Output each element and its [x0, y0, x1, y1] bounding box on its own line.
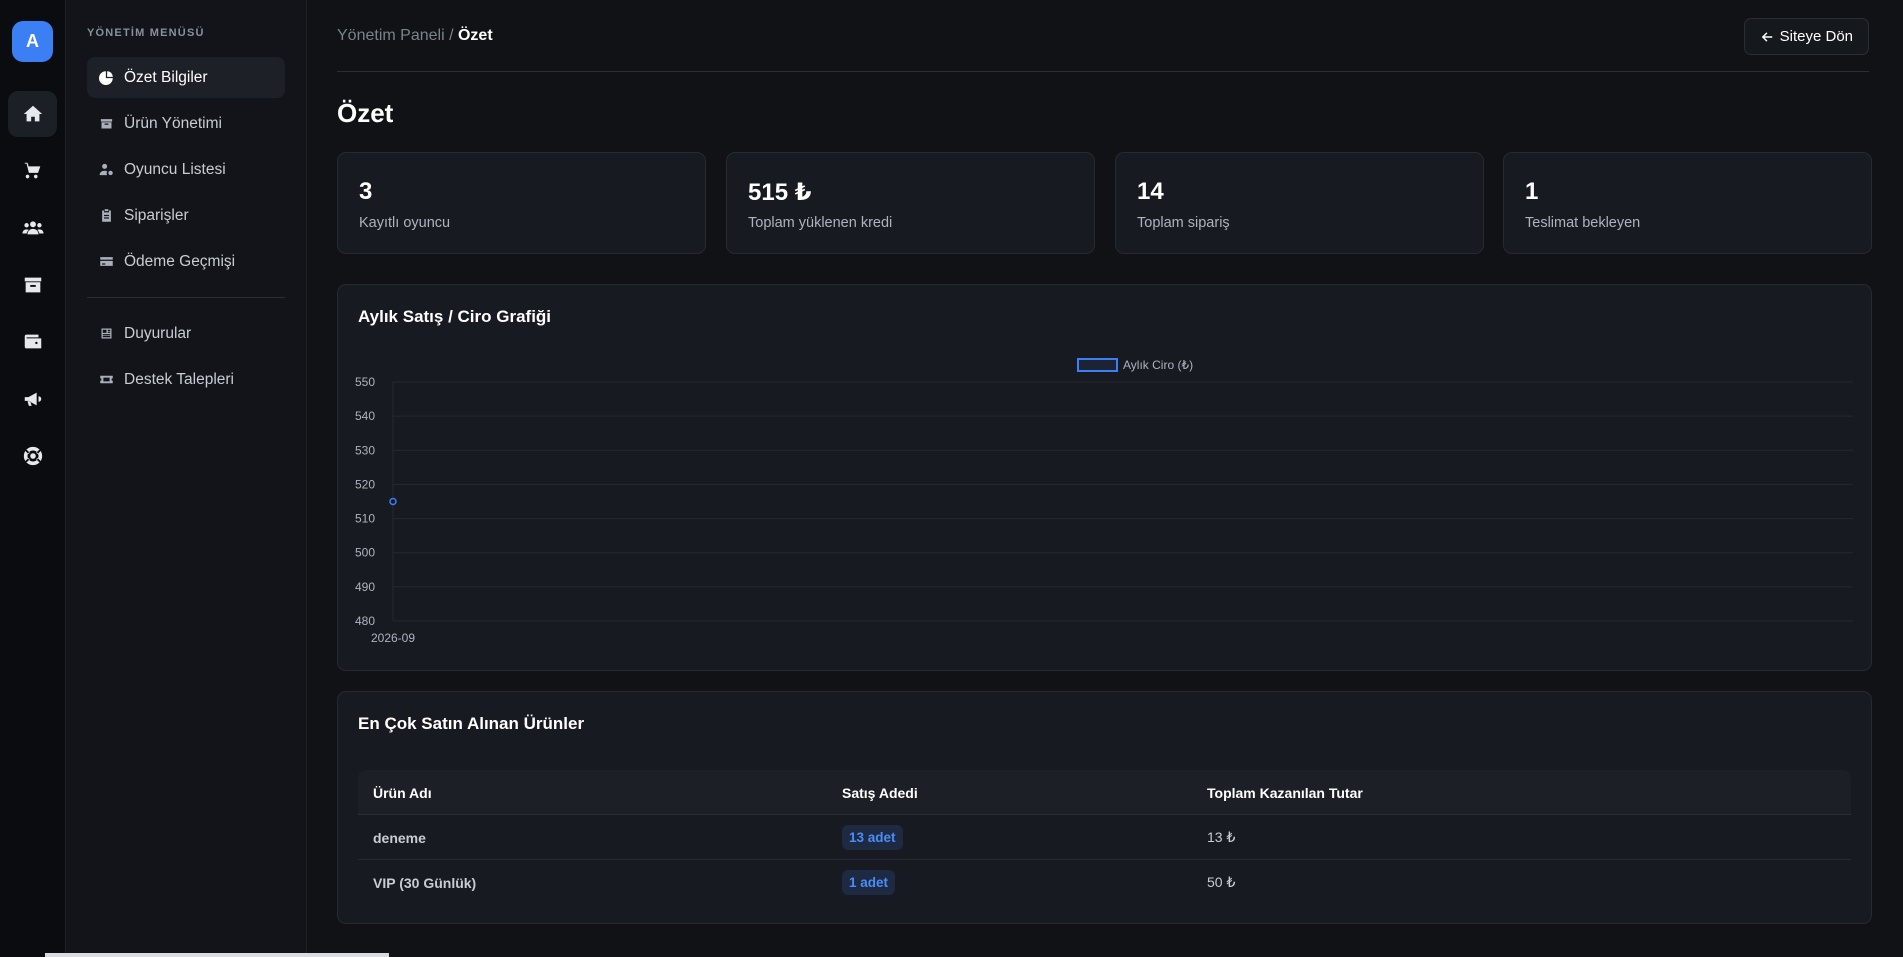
- product-name: VIP (30 Günlük): [373, 874, 477, 891]
- sidebar-item-players[interactable]: Oyuncu Listesi: [87, 149, 285, 190]
- megaphone-icon[interactable]: [8, 376, 57, 422]
- stat-value: 515 ₺: [748, 179, 812, 206]
- stat-card-players: 3 Kayıtlı oyuncu: [337, 152, 706, 254]
- qty-badge: 13 adet: [842, 825, 903, 850]
- menu-divider: [87, 297, 285, 298]
- y-tick-label: 510: [355, 512, 375, 526]
- sidebar-item-products[interactable]: Ürün Yönetimi: [87, 103, 285, 144]
- lifebuoy-icon[interactable]: [8, 433, 57, 479]
- stat-card-orders: 14 Toplam sipariş: [1115, 152, 1484, 254]
- sidebar-item-support[interactable]: Destek Talepleri: [87, 359, 285, 400]
- sidebar-item-payments[interactable]: Ödeme Geçmişi: [87, 241, 285, 282]
- breadcrumb-current: Özet: [457, 27, 493, 44]
- sidebar-item-orders[interactable]: Siparişler: [87, 195, 285, 236]
- sidebar-item-label: Ödeme Geçmişi: [124, 252, 236, 270]
- products-table: Ürün Adı Satış Adedi Toplam Kazanılan Tu…: [358, 770, 1851, 905]
- back-to-site-button[interactable]: Siteye Dön: [1743, 18, 1869, 55]
- cart-icon[interactable]: [8, 148, 57, 194]
- breadcrumb: Yönetim Paneli / Özet: [337, 27, 493, 45]
- y-tick-label: 540: [355, 409, 375, 423]
- stat-value: 1: [1525, 178, 1539, 205]
- stat-value: 3: [359, 178, 373, 205]
- y-tick-label: 490: [355, 580, 375, 594]
- products-card-title: En Çok Satın Alınan Ürünler: [358, 714, 585, 733]
- stat-card-pending: 1 Teslimat bekleyen: [1503, 152, 1872, 254]
- total-amount: 13 ₺: [1207, 829, 1236, 845]
- qty-cell: 13 adet: [842, 815, 903, 860]
- column-header-name[interactable]: Ürün Adı: [373, 770, 432, 815]
- top-products-card: En Çok Satın Alınan Ürünler Ürün Adı Sat…: [337, 691, 1872, 924]
- stat-label: Toplam yüklenen kredi: [748, 215, 893, 231]
- wallet-icon[interactable]: [8, 319, 57, 365]
- users-icon[interactable]: [8, 205, 57, 251]
- box-icon: [100, 119, 113, 129]
- breadcrumb-root[interactable]: Yönetim Paneli: [337, 27, 445, 44]
- data-point[interactable]: [389, 497, 397, 506]
- ticket-icon: [100, 375, 113, 384]
- sidebar-item-announcements[interactable]: Duyurular: [87, 313, 285, 354]
- home-icon[interactable]: [8, 91, 57, 137]
- table-header: Ürün Adı Satış Adedi Toplam Kazanılan Tu…: [358, 770, 1851, 815]
- newspaper-icon: [101, 328, 112, 339]
- y-tick-label: 520: [355, 477, 375, 491]
- back-button-label: Siteye Dön: [1779, 28, 1853, 45]
- pie-chart-icon: [99, 71, 113, 85]
- sidebar-item-label: Oyuncu Listesi: [124, 160, 226, 178]
- archive-icon[interactable]: [8, 262, 57, 308]
- sidebar-item-label: Özet Bilgiler: [124, 68, 208, 86]
- stat-card-credit: 515 ₺ Toplam yüklenen kredi: [726, 152, 1095, 254]
- main-content: Yönetim Paneli / Özet Siteye Dön Özet 3 …: [307, 0, 1903, 957]
- qty-cell: 1 adet: [842, 860, 896, 905]
- stat-label: Kayıtlı oyuncu: [359, 215, 451, 231]
- chart-svg: 550 540 530 520 510 500 490 480 2026-09: [355, 375, 1853, 645]
- icon-rail: A: [0, 0, 66, 957]
- app-logo[interactable]: A: [12, 21, 53, 62]
- table-row: VIP (30 Günlük) 1 adet 50 ₺: [358, 860, 1851, 905]
- breadcrumb-separator: /: [449, 27, 454, 44]
- arrow-left-icon: [1761, 31, 1772, 42]
- product-name: deneme: [373, 829, 426, 846]
- page-title: Özet: [337, 98, 394, 128]
- column-header-qty[interactable]: Satış Adedi: [842, 770, 918, 815]
- sidebar-item-label: Duyurular: [124, 324, 192, 342]
- sidebar-item-summary[interactable]: Özet Bilgiler: [87, 57, 285, 98]
- column-header-total[interactable]: Toplam Kazanılan Tutar: [1207, 770, 1363, 815]
- sidebar-item-label: Destek Talepleri: [124, 370, 234, 388]
- chart-card: Aylık Satış / Ciro Grafiği Aylık Ciro (₺…: [337, 284, 1872, 671]
- menu-title: YÖNETİM MENÜSÜ: [87, 27, 205, 39]
- sidebar-item-label: Siparişler: [124, 206, 189, 224]
- qty-badge: 1 adet: [842, 870, 896, 895]
- x-tick-label: 2026-09: [371, 631, 415, 645]
- table-row: deneme 13 adet 13 ₺: [358, 815, 1851, 860]
- user-gear-icon: [99, 163, 113, 176]
- stat-value: 14: [1137, 178, 1164, 205]
- sidebar-item-label: Ürün Yönetimi: [124, 114, 222, 132]
- y-tick-label: 500: [355, 546, 375, 560]
- horizontal-scrollbar[interactable]: [45, 953, 389, 957]
- credit-card-icon: [100, 257, 113, 266]
- stat-label: Toplam sipariş: [1137, 215, 1230, 231]
- total-amount: 50 ₺: [1207, 874, 1236, 890]
- y-tick-label: 530: [355, 443, 375, 457]
- clipboard-icon: [102, 209, 111, 222]
- sidebar: YÖNETİM MENÜSÜ Özet Bilgiler Ürün Yöneti…: [66, 0, 307, 957]
- y-tick-label: 480: [355, 614, 375, 628]
- header-divider: [337, 71, 1869, 72]
- stat-label: Teslimat bekleyen: [1525, 215, 1641, 231]
- y-tick-label: 550: [355, 375, 375, 389]
